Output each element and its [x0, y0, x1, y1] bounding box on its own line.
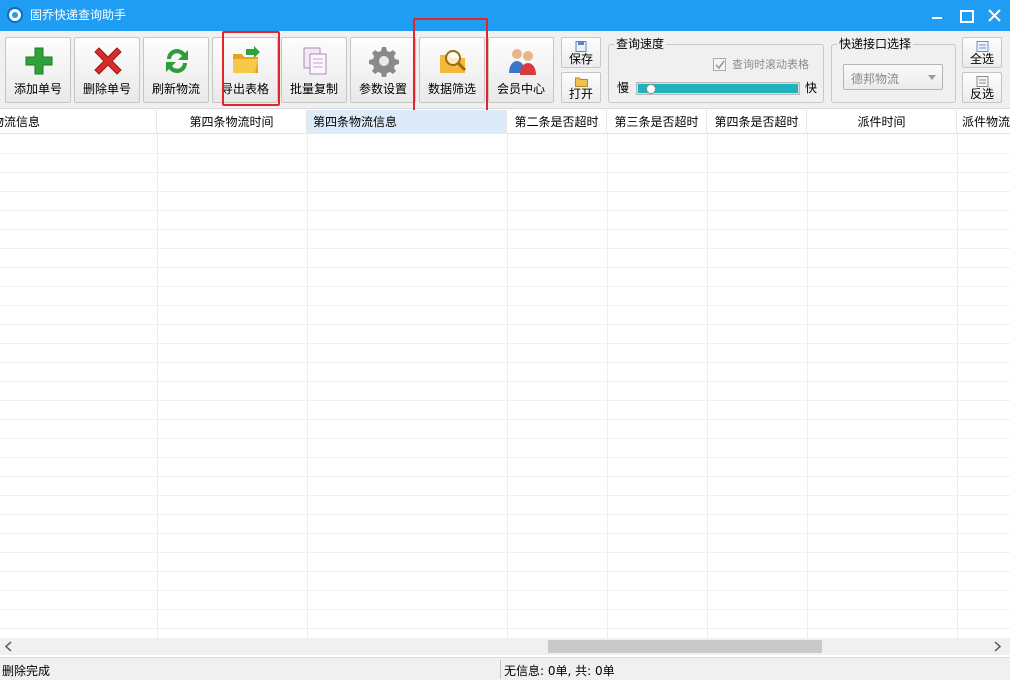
table-row-line: [0, 419, 1010, 420]
app-logo-icon: [7, 7, 23, 23]
table-row-line: [0, 153, 1010, 154]
table-row-line: [0, 286, 1010, 287]
title-bar: 固乔快递查询助手: [0, 0, 1010, 31]
status-message: 删除完成: [2, 664, 51, 678]
open-folder-icon: [575, 77, 588, 87]
table-row-line: [0, 324, 1010, 325]
courier-interface-group: 快递接口选择 德邦物流: [831, 36, 956, 103]
add-number-button[interactable]: 添加单号: [5, 37, 71, 103]
table-row-line: [0, 267, 1010, 268]
status-divider: [500, 660, 501, 679]
x-icon: [94, 47, 122, 75]
speed-slider-fill: [638, 84, 798, 93]
column-header-3rd-timeout[interactable]: 第三条是否超时: [607, 110, 707, 134]
table-row-line: [0, 362, 1010, 363]
column-header-2nd-timeout[interactable]: 第二条是否超时: [507, 110, 607, 134]
users-icon: [509, 49, 536, 75]
table-row-line: [0, 229, 1010, 230]
table-row-line: [0, 609, 1010, 610]
column-header-dispatch-logistics[interactable]: 派件物流: [957, 110, 1010, 134]
scrollbar-thumb[interactable]: [548, 640, 822, 653]
data-filter-highlight: [413, 18, 488, 112]
table-row-line: [0, 514, 1010, 515]
speed-slider[interactable]: [636, 82, 800, 95]
invert-selection-button[interactable]: 反选: [962, 72, 1002, 103]
member-center-button[interactable]: 会员中心: [488, 37, 554, 103]
table-row-line: [0, 381, 1010, 382]
table-row-line: [0, 495, 1010, 496]
refresh-icon: [166, 49, 188, 74]
logistics-table[interactable]: 物流信息 第四条物流时间 第四条物流信息 第二条是否超时 第三条是否超时 第四条…: [0, 110, 1010, 638]
query-speed-title: 查询速度: [614, 36, 667, 52]
column-header-dispatch-time[interactable]: 派件时间: [807, 110, 957, 134]
column-header-4th-logistics-time[interactable]: 第四条物流时间: [157, 110, 307, 134]
maximize-button[interactable]: [951, 0, 981, 31]
table-row-line: [0, 172, 1010, 173]
table-row-line: [0, 305, 1010, 306]
open-button[interactable]: 打开: [561, 72, 601, 103]
status-bar: 删除完成 无信息: 0单, 共: 0单: [0, 657, 1010, 680]
table-row-line: [0, 552, 1010, 553]
select-all-label: 全选: [969, 52, 994, 66]
table-row-line: [0, 533, 1010, 534]
toolbar: 添加单号 删除单号 刷新物流 导出表格 批量复制 参数设置 数据筛选 会员中心 …: [0, 18, 1010, 112]
column-header-logistics-info[interactable]: 物流信息: [0, 110, 157, 134]
scroll-table-label: 查询时滚动表格: [732, 58, 809, 71]
table-row-line: [0, 343, 1010, 344]
courier-select-value: 德邦物流: [851, 72, 900, 86]
invert-selection-icon: [976, 76, 989, 87]
table-row-line: [0, 191, 1010, 192]
delete-number-button[interactable]: 删除单号: [74, 37, 140, 103]
table-row-line: [0, 210, 1010, 211]
courier-select[interactable]: 德邦物流: [843, 64, 943, 90]
slow-label: 慢: [617, 81, 630, 95]
gear-icon: [369, 47, 399, 77]
table-row-line: [0, 400, 1010, 401]
refresh-logistics-button[interactable]: 刷新物流: [143, 37, 209, 103]
delete-number-label: 删除单号: [82, 82, 131, 96]
save-icon: [575, 41, 587, 52]
scroll-right-arrow-icon[interactable]: [992, 641, 1002, 652]
batch-copy-button[interactable]: 批量复制: [281, 37, 347, 103]
table-row-line: [0, 476, 1010, 477]
parameter-settings-button[interactable]: 参数设置: [350, 37, 416, 103]
window-title: 固乔快递查询助手: [30, 8, 127, 22]
plus-icon: [25, 47, 53, 75]
table-row-line: [0, 628, 1010, 629]
select-all-button[interactable]: 全选: [962, 37, 1002, 68]
courier-interface-title: 快递接口选择: [837, 36, 914, 52]
add-number-label: 添加单号: [13, 82, 62, 96]
table-row-line: [0, 590, 1010, 591]
parameter-settings-label: 参数设置: [358, 82, 407, 96]
column-header-4th-logistics-info[interactable]: 第四条物流信息: [307, 110, 507, 134]
table-header: 物流信息 第四条物流时间 第四条物流信息 第二条是否超时 第三条是否超时 第四条…: [0, 110, 1010, 134]
close-icon: [988, 9, 1001, 22]
close-button[interactable]: [980, 0, 1010, 31]
scroll-table-checkbox[interactable]: [713, 58, 726, 71]
scroll-left-arrow-icon[interactable]: [4, 641, 14, 652]
refresh-logistics-label: 刷新物流: [151, 82, 200, 96]
table-row-line: [0, 571, 1010, 572]
fast-label: 快: [805, 81, 818, 95]
column-header-4th-timeout[interactable]: 第四条是否超时: [707, 110, 807, 134]
select-all-icon: [976, 41, 989, 52]
batch-copy-label: 批量复制: [289, 82, 338, 96]
export-table-highlight: [222, 31, 280, 106]
table-row-line: [0, 438, 1010, 439]
save-button[interactable]: 保存: [561, 37, 601, 68]
chevron-down-icon: [928, 75, 936, 80]
query-speed-group: 查询速度 查询时滚动表格 慢 快: [608, 36, 824, 103]
invert-selection-label: 反选: [969, 87, 994, 101]
minimize-button[interactable]: [922, 0, 952, 31]
copy-icon: [303, 47, 327, 75]
member-center-label: 会员中心: [496, 82, 545, 96]
table-row-line: [0, 248, 1010, 249]
speed-slider-thumb[interactable]: [646, 84, 656, 94]
horizontal-scrollbar[interactable]: [0, 638, 1010, 655]
checkmark-icon: [715, 60, 725, 70]
table-row-line: [0, 457, 1010, 458]
save-label: 保存: [568, 52, 593, 66]
status-count: 无信息: 0单, 共: 0单: [504, 664, 615, 678]
open-label: 打开: [568, 87, 593, 101]
